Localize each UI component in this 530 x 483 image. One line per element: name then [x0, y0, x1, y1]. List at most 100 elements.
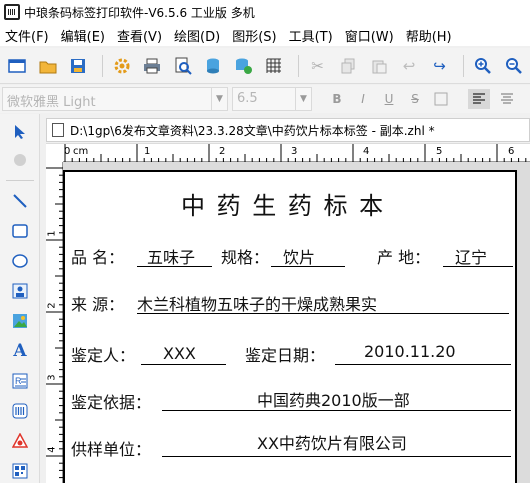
- strikethrough-button[interactable]: S: [404, 89, 426, 109]
- align-left-icon[interactable]: [468, 89, 490, 109]
- pointer-icon[interactable]: [8, 120, 32, 144]
- ruler-corner: [46, 144, 63, 162]
- underline: [137, 266, 212, 267]
- rectangle-tool-icon[interactable]: [8, 219, 32, 243]
- color-icon[interactable]: [430, 89, 452, 109]
- qrcode-tool-icon[interactable]: [8, 459, 32, 483]
- menu-edit[interactable]: 编辑(E): [56, 26, 112, 45]
- zoom-out-icon[interactable]: [501, 53, 527, 79]
- horizontal-ruler: 0 cm 1 2 3 4 5 6: [56, 144, 530, 162]
- document-tab[interactable]: D:\1gp\6发布文章资料\23.3.28文章\中药饮片标本标签 - 副本.z…: [46, 118, 530, 142]
- new-icon[interactable]: [4, 53, 30, 79]
- date-label[interactable]: 鉴定日期：: [245, 342, 325, 366]
- ruler-label: 1: [144, 146, 151, 157]
- identifier-label[interactable]: 鉴定人：: [71, 342, 135, 366]
- ruler-label: cm: [73, 146, 89, 157]
- italic-button[interactable]: I: [352, 89, 374, 109]
- document-tab-title: D:\1gp\6发布文章资料\23.3.28文章\中药饮片标本标签 - 副本.z…: [70, 123, 435, 138]
- origin-value[interactable]: 辽宁: [455, 244, 487, 268]
- date-value[interactable]: 2010.11.20: [364, 342, 456, 361]
- open-icon[interactable]: [35, 53, 61, 79]
- toolbar-divider: [463, 54, 464, 77]
- underline: [335, 364, 511, 365]
- svg-text:R: R: [15, 376, 22, 386]
- supplier-value[interactable]: XX中药饮片有限公司: [257, 430, 407, 454]
- spec-label[interactable]: 规格：: [221, 244, 269, 268]
- ruler-label: 3: [46, 374, 58, 381]
- spec-value[interactable]: 饮片: [283, 244, 315, 268]
- text-tool-icon[interactable]: A: [8, 339, 32, 363]
- print-icon[interactable]: [139, 53, 165, 79]
- picture-tool-icon[interactable]: [8, 309, 32, 333]
- print-preview-icon[interactable]: [170, 53, 196, 79]
- settings-icon[interactable]: [109, 53, 135, 79]
- basis-label[interactable]: 鉴定依据：: [71, 389, 151, 413]
- ruler-label: 4: [46, 446, 58, 453]
- menu-help[interactable]: 帮助(H): [401, 26, 459, 45]
- menu-tools[interactable]: 工具(T): [284, 26, 340, 45]
- line-tool-icon[interactable]: [8, 189, 32, 213]
- label-title[interactable]: 中 药 生 药 标 本: [181, 186, 385, 221]
- underline: [162, 410, 511, 411]
- bold-button[interactable]: B: [326, 89, 348, 109]
- identifier-value[interactable]: XXX: [163, 344, 196, 363]
- ruler-label: 1: [46, 230, 58, 237]
- underline-button[interactable]: U: [378, 89, 400, 109]
- format-toolbar: 微软雅黑 Light ▼ 6.5 ▼ B I U S: [0, 85, 530, 113]
- underline: [271, 266, 345, 267]
- underline: [443, 266, 513, 267]
- underline: [137, 313, 509, 314]
- undo-icon[interactable]: ↩: [396, 53, 422, 79]
- main-toolbar: ✂ ↩ ↪: [0, 48, 530, 84]
- rich-text-tool-icon[interactable]: R: [8, 369, 32, 393]
- database-settings-icon[interactable]: [231, 53, 257, 79]
- origin-label[interactable]: 产 地：: [377, 244, 430, 268]
- pan-icon[interactable]: [8, 148, 32, 172]
- vertical-ruler: 1 2 3 4: [46, 144, 63, 483]
- supplier-label[interactable]: 供样单位：: [71, 436, 151, 460]
- ruler-label: 4: [363, 146, 370, 157]
- source-label[interactable]: 来 源：: [71, 291, 124, 315]
- image-tool-icon[interactable]: [8, 279, 32, 303]
- ruler-label: 6: [508, 146, 515, 157]
- menu-file[interactable]: 文件(F): [0, 26, 56, 45]
- toolbar-divider: [6, 180, 34, 181]
- product-name-value[interactable]: 五味子: [147, 244, 195, 268]
- chevron-down-icon[interactable]: ▼: [211, 88, 227, 110]
- redo-icon[interactable]: ↪: [427, 53, 453, 79]
- ruler-label: 3: [291, 146, 298, 157]
- menu-draw[interactable]: 绘图(D): [169, 26, 227, 45]
- menu-shape[interactable]: 图形(S): [227, 26, 283, 45]
- basis-value[interactable]: 中国药典2010版一部: [257, 387, 410, 411]
- shape-tool-icon[interactable]: [8, 429, 32, 453]
- menu-view[interactable]: 查看(V): [112, 26, 169, 45]
- cut-icon[interactable]: ✂: [305, 53, 331, 79]
- save-icon[interactable]: [65, 53, 91, 79]
- font-size-value: 6.5: [237, 91, 258, 106]
- app-icon: [4, 4, 20, 20]
- font-family-value: 微软雅黑 Light: [7, 95, 96, 110]
- zoom-in-icon[interactable]: [470, 53, 496, 79]
- font-family-select[interactable]: 微软雅黑 Light ▼: [2, 87, 228, 111]
- drawing-toolbar: A R: [0, 114, 40, 483]
- grid-icon[interactable]: [261, 53, 287, 79]
- database-icon[interactable]: [200, 53, 226, 79]
- label-page[interactable]: 中 药 生 药 标 本 品 名： 五味子 规格： 饮片 产 地： 辽宁 来 源：…: [63, 170, 517, 483]
- align-center-icon[interactable]: [496, 89, 518, 109]
- ellipse-tool-icon[interactable]: [8, 249, 32, 273]
- copy-icon[interactable]: [335, 53, 361, 79]
- barcode-tool-icon[interactable]: [8, 399, 32, 423]
- chevron-down-icon[interactable]: ▼: [295, 88, 311, 110]
- ruler-label: 0: [64, 146, 71, 157]
- font-size-select[interactable]: 6.5 ▼: [232, 87, 312, 111]
- source-value[interactable]: 木兰科植物五味子的干燥成熟果实: [137, 291, 377, 315]
- menu-bar: 文件(F) 编辑(E) 查看(V) 绘图(D) 图形(S) 工具(T) 窗口(W…: [0, 24, 530, 46]
- toolbar-divider: [297, 54, 299, 77]
- ruler-label: 2: [46, 302, 58, 309]
- title-bar: 中琅条码标签打印软件-V6.5.6 工业版 多机: [0, 0, 530, 24]
- window-title: 中琅条码标签打印软件-V6.5.6 工业版 多机: [24, 5, 255, 20]
- paste-icon[interactable]: [366, 53, 392, 79]
- menu-window[interactable]: 窗口(W): [340, 26, 401, 45]
- underline: [162, 456, 511, 457]
- product-name-label[interactable]: 品 名：: [71, 244, 124, 268]
